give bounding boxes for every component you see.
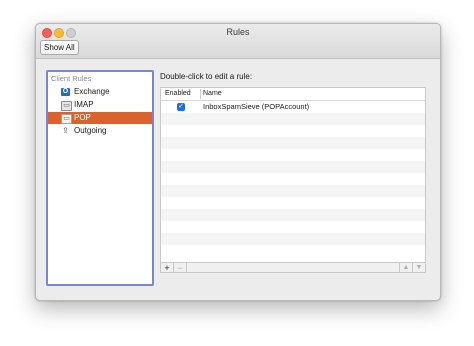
- rules-window: Rules Show All Client Rules O Exchange ▭…: [35, 23, 441, 301]
- imap-icon: ▭: [61, 101, 72, 111]
- empty-row: [161, 173, 425, 185]
- window-title: Rules: [226, 27, 250, 37]
- table-footer: + − ▲ ▼: [161, 262, 425, 272]
- sidebar-item-imap[interactable]: ▭ IMAP: [48, 99, 152, 111]
- remove-rule-button[interactable]: −: [174, 263, 187, 272]
- empty-row: [161, 161, 425, 173]
- edit-rule-hint: Double-click to edit a rule:: [160, 72, 253, 81]
- empty-row: [161, 125, 425, 137]
- sidebar-item-exchange[interactable]: O Exchange: [48, 86, 152, 98]
- rules-table: Enabled Name ✓ InboxSpamSieve (POPAccoun…: [160, 87, 426, 273]
- sidebar-item-outgoing[interactable]: ⇪ Outgoing: [48, 125, 152, 137]
- sidebar-item-label: Exchange: [74, 87, 110, 96]
- empty-row: [161, 197, 425, 209]
- sidebar-header: Client Rules: [51, 74, 92, 83]
- table-rows: ✓ InboxSpamSieve (POPAccount): [161, 101, 425, 261]
- sidebar-item-label: Outgoing: [74, 126, 107, 135]
- outgoing-icon: ⇪: [62, 126, 69, 135]
- sidebar-item-pop[interactable]: ▭ POP: [48, 112, 152, 124]
- table-header: Enabled Name: [161, 88, 425, 101]
- rule-name: InboxSpamSieve (POPAccount): [203, 102, 310, 111]
- empty-row: [161, 233, 425, 245]
- column-header-name[interactable]: Name: [203, 90, 222, 97]
- empty-row: [161, 245, 425, 257]
- empty-row: [161, 185, 425, 197]
- client-rules-sidebar: Client Rules O Exchange ▭ IMAP ▭ POP ⇪ O…: [46, 70, 154, 286]
- move-up-button[interactable]: ▲: [399, 263, 412, 272]
- empty-row: [161, 149, 425, 161]
- add-rule-button[interactable]: +: [161, 263, 174, 272]
- sidebar-item-label: POP: [74, 113, 91, 122]
- move-down-button[interactable]: ▼: [412, 263, 425, 272]
- sidebar-item-label: IMAP: [74, 100, 94, 109]
- empty-row: [161, 113, 425, 125]
- pop-icon: ▭: [61, 114, 72, 124]
- enabled-checkbox[interactable]: ✓: [177, 103, 185, 111]
- exchange-icon: O: [61, 88, 70, 96]
- show-all-button[interactable]: Show All: [40, 40, 79, 55]
- empty-row: [161, 221, 425, 233]
- table-row[interactable]: ✓ InboxSpamSieve (POPAccount): [161, 101, 425, 113]
- column-header-enabled[interactable]: Enabled: [165, 90, 191, 97]
- empty-row: [161, 137, 425, 149]
- column-divider[interactable]: [200, 89, 201, 99]
- empty-row: [161, 209, 425, 221]
- title-bar: Rules Show All: [36, 24, 440, 59]
